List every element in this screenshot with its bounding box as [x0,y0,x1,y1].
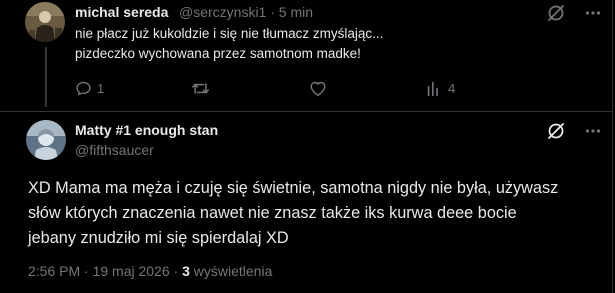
tweet-divider [0,111,612,112]
main-author-avatar[interactable] [26,120,66,160]
main-tweet-meta: 2:56 PM · 19 maj 2026 · 3 wyświetlenia [28,263,272,279]
main-author-handle[interactable]: @fifthsaucer [75,142,154,158]
more-icon [585,129,601,133]
thread-connector-line [45,47,47,107]
main-tweet-text: XD Mama ma męża i czuję się świetnie, sa… [28,176,598,251]
reply-author-avatar[interactable] [25,2,65,42]
reply-action-repost[interactable] [191,78,215,98]
reply-grok-button[interactable] [545,2,567,24]
meta-separator: · [270,4,275,20]
like-icon [310,81,326,96]
grok-icon [548,5,564,21]
main-text-line-1: XD Mama ma męża i czuję się świetnie, sa… [28,179,559,197]
main-grok-button[interactable] [545,120,567,142]
main-views-count: 3 [182,263,190,279]
more-icon [585,11,601,15]
reply-author-name[interactable]: michal sereda [75,4,168,20]
grok-icon [548,123,564,139]
reply-action-views[interactable]: 4 [426,78,455,98]
column-border [612,0,613,293]
main-text-line-3: jebany znudziło mi się spierdalaj XD [28,229,289,247]
reply-time[interactable]: 5 min [279,4,313,20]
reply-text-line-2: pizdeczko wychowana przez samotnom madke… [75,46,361,61]
main-author-name[interactable]: Matty #1 enough stan [75,122,218,138]
reply-icon [76,81,91,95]
reply-action-like[interactable] [309,78,332,98]
views-count: 4 [448,80,456,96]
reply-author-handle[interactable]: @serczynski1 · 5 min [179,4,313,20]
repost-icon [192,82,209,94]
reply-action-reply[interactable]: 1 [75,78,104,98]
main-more-button[interactable] [582,120,604,142]
reply-text-line-1: nie płacz już kukoldzie i się nie tłumac… [75,26,384,41]
reply-count: 1 [97,80,105,96]
reply-handle-text[interactable]: @serczynski1 [179,4,266,20]
reply-more-button[interactable] [582,2,604,24]
main-views-label: wyświetlenia [189,263,273,279]
views-icon [427,81,438,96]
main-text-line-2: słów których znaczenia nawet nie znasz t… [28,204,517,222]
main-timestamp[interactable]: 2:56 PM · 19 maj 2026 · [28,263,182,279]
